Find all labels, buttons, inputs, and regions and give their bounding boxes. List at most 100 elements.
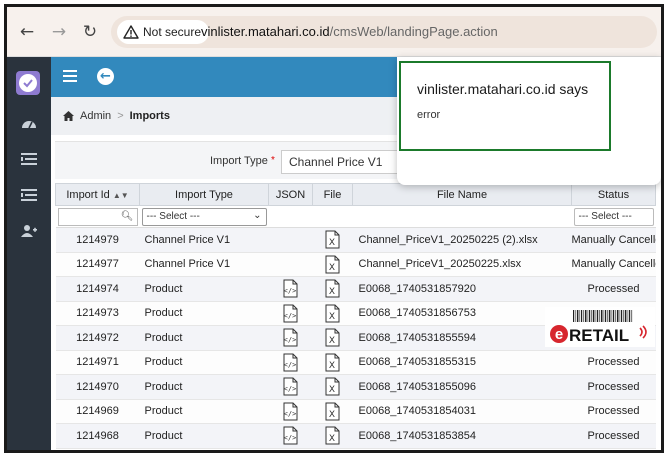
cell-import-type: Product (139, 374, 269, 400)
file-filter-cell (312, 205, 353, 228)
table-header-row: Import Id ▲▼ Import Type JSON File File … (55, 183, 656, 206)
search-icon[interactable]: 🔍︎ (121, 211, 134, 222)
address-bar[interactable]: Not secure vinlister.matahari.co.id/cmsW… (111, 16, 657, 48)
svg-text:X: X (329, 287, 335, 297)
cell-file: X (312, 276, 353, 302)
cell-status: Processed (571, 399, 656, 424)
breadcrumb-admin[interactable]: Admin (80, 110, 111, 122)
table-row[interactable]: 1214970 Product </> X E0068_1740531855096 Pro… (55, 374, 656, 400)
cell-json: </> (268, 350, 313, 375)
cell-import-type: Product (139, 276, 269, 302)
cell-status: Processed (571, 276, 656, 302)
svg-text:X: X (329, 434, 335, 444)
forward-arrow-icon[interactable]: → (49, 22, 69, 42)
security-label: Not secure (143, 25, 202, 39)
check-logo-icon (19, 74, 37, 92)
excel-file-icon[interactable]: X (313, 402, 353, 421)
list-icon (21, 153, 37, 165)
breadcrumb-separator: > (117, 110, 124, 122)
cell-import-type: Channel Price V1 (139, 252, 269, 277)
excel-file-icon[interactable]: X (313, 230, 353, 249)
security-chip[interactable]: Not secure (117, 20, 210, 44)
cell-status: Processed (571, 423, 656, 449)
gauge-icon (22, 121, 36, 129)
back-circle-icon[interactable]: ← (97, 68, 114, 85)
cell-json: </> (268, 423, 313, 449)
status-filter-select[interactable]: --- Select --- (573, 207, 654, 226)
json-file-icon[interactable]: </> (269, 402, 313, 421)
url-path: /cmsWeb/landingPage.action (329, 24, 498, 39)
excel-file-icon[interactable]: X (313, 377, 353, 396)
cell-json: </> (268, 374, 313, 400)
svg-text:</>: </> (284, 336, 297, 344)
excel-file-icon[interactable]: X (313, 353, 353, 372)
excel-file-icon[interactable]: X (313, 304, 353, 323)
svg-text:X: X (329, 263, 335, 273)
json-file-icon[interactable]: </> (269, 304, 313, 323)
json-file-icon[interactable]: </> (269, 353, 313, 372)
filename-filter-cell (352, 205, 572, 228)
type-filter-select[interactable]: --- Select --- ⌄ (141, 207, 267, 226)
table-row[interactable]: 1214969 Product </> X E0068_1740531854031 Pro… (55, 399, 656, 424)
cell-file-name: Channel_PriceV1_20250225 (2).xlsx (352, 227, 572, 253)
svg-text:</>: </> (284, 361, 297, 369)
cell-file: X (312, 374, 353, 400)
reload-icon[interactable]: ↻ (80, 22, 100, 42)
eretail-logo: e RETAIL (545, 307, 655, 347)
back-arrow-icon[interactable]: ← (17, 22, 37, 42)
cell-import-id: 1214973 (55, 301, 140, 326)
cell-import-id: 1214971 (55, 350, 140, 375)
sidebar-dashboard-item[interactable] (7, 105, 51, 141)
import-type-label-text: Import Type (210, 155, 268, 167)
svg-text:X: X (329, 385, 335, 395)
import-type-select[interactable]: Channel Price V1 (281, 150, 411, 174)
dialog-highlight-box: vinlister.matahari.co.id says error (399, 61, 611, 151)
cell-import-id: 1214977 (55, 252, 140, 277)
cell-import-type: Product (139, 423, 269, 449)
cell-import-id: 1214974 (55, 276, 140, 302)
url-host: vinlister.matahari.co.id (201, 24, 330, 39)
table-row[interactable]: 1214979 Channel Price V1 X Channel_PriceV1_… (55, 227, 656, 253)
cell-file: X (312, 252, 353, 277)
cell-file-name: E0068_1740531855096 (352, 374, 572, 400)
sidebar-users-item[interactable] (7, 213, 51, 249)
cell-file: X (312, 399, 353, 424)
menu-icon[interactable] (63, 70, 77, 82)
cell-file-name: E0068_1740531854031 (352, 399, 572, 424)
svg-text:X: X (329, 361, 335, 371)
cell-import-id: 1214979 (55, 227, 140, 253)
cell-import-id: 1214972 (55, 325, 140, 351)
id-filter-input[interactable]: 🔍︎ (57, 207, 138, 226)
eretail-logo-graphic: e RETAIL (550, 310, 647, 345)
table-row[interactable]: 1214971 Product </> X E0068_1740531855315 Pro… (55, 350, 656, 375)
excel-file-icon[interactable]: X (313, 255, 353, 274)
sidebar-list-item-2[interactable] (7, 177, 51, 213)
cell-json: </> (268, 325, 313, 351)
sort-icon[interactable]: ▲▼ (113, 191, 129, 200)
header-import-type: Import Type (139, 183, 269, 206)
json-file-icon[interactable]: </> (269, 328, 313, 347)
json-file-icon[interactable]: </> (269, 377, 313, 396)
svg-text:</>: </> (284, 434, 297, 442)
cell-file-name: E0068_1740531857920 (352, 276, 572, 302)
sidebar-list-item-1[interactable] (7, 141, 51, 177)
url-text[interactable]: vinlister.matahari.co.id/cmsWeb/landingP… (201, 24, 498, 39)
cell-json: </> (268, 399, 313, 424)
home-icon (63, 111, 74, 121)
type-filter-cell: --- Select --- ⌄ (139, 205, 269, 228)
svg-text:</>: </> (284, 410, 297, 418)
header-import-id[interactable]: Import Id ▲▼ (55, 183, 140, 206)
json-file-icon[interactable]: </> (269, 279, 313, 298)
status-filter-text: --- Select --- (578, 210, 632, 222)
excel-file-icon[interactable]: X (313, 279, 353, 298)
table-row[interactable]: 1214974 Product </> X E0068_1740531857920 Pro… (55, 276, 656, 302)
screenshot-frame: ← → ↻ Not secure vinlister.matahari.co.i… (4, 4, 664, 453)
excel-file-icon[interactable]: X (313, 426, 353, 445)
app-logo[interactable] (16, 71, 40, 95)
table-row[interactable]: 1214977 Channel Price V1 X Channel_PriceV1_… (55, 252, 656, 277)
json-file-icon[interactable]: </> (269, 426, 313, 445)
cell-status: Processed (571, 350, 656, 375)
cell-file: X (312, 350, 353, 375)
excel-file-icon[interactable]: X (313, 328, 353, 347)
table-row[interactable]: 1214968 Product </> X E0068_1740531853854 Pro… (55, 423, 656, 449)
